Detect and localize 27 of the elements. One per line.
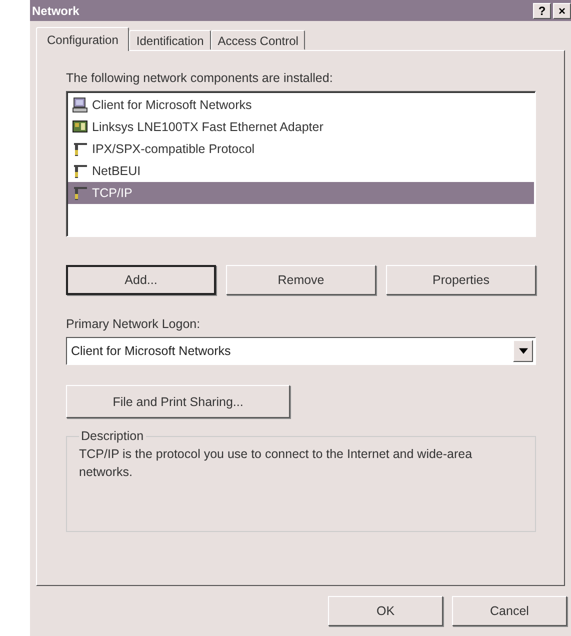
group-title: Description [79,429,146,443]
component-button[interactable]: Remove [226,265,376,295]
dialog-button[interactable]: Cancel [452,596,567,626]
logon-dropdown[interactable]: Client for Microsoft Networks [66,337,536,365]
help-button[interactable]: ? [533,2,551,18]
tab[interactable]: Configuration [36,27,130,51]
component-button[interactable]: Add... [66,265,216,295]
list-label: The following network components are installed: [66,71,334,85]
plug-icon [72,185,88,201]
list-item[interactable]: Client for Microsoft Networks [68,94,534,116]
component-button[interactable]: Properties [386,265,536,295]
computer-icon [72,97,88,113]
close-button[interactable]: × [553,2,571,18]
logon-label: Primary Network Logon: [66,317,202,331]
network-card-icon [72,119,88,135]
description-text: TCP/IP is the protocol you use to connect to the Internet and wide-area networks. [79,446,474,481]
sharing-button[interactable]: File and Print Sharing... [66,385,290,418]
list-item[interactable]: IPX/SPX-compatible Protocol [68,138,534,160]
window-title: Network [32,4,80,18]
plug-icon [72,163,88,179]
list-item[interactable]: Linksys LNE100TX Fast Ethernet Adapter [68,116,534,138]
list-item[interactable]: NetBEUI [68,160,534,182]
plug-icon [72,141,88,157]
tab[interactable]: Identification [129,30,211,50]
list-item[interactable]: TCP/IP [68,182,534,204]
tab[interactable]: Access Control [210,30,306,50]
dialog-button[interactable]: OK [328,596,443,626]
